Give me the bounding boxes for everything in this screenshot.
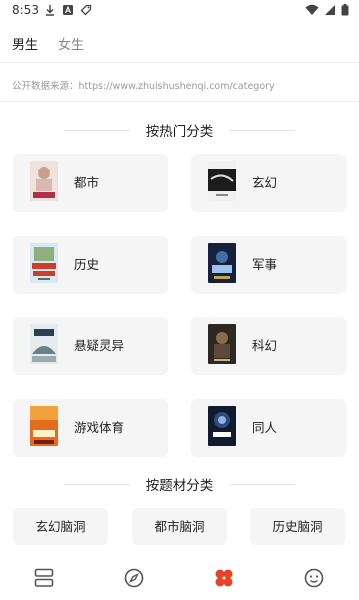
hot-section-title: 按热门分类 xyxy=(0,120,359,140)
download-icon xyxy=(46,5,54,16)
category-label: 悬疑灵异 xyxy=(74,338,125,353)
title-line-left xyxy=(64,484,130,485)
tag-icon xyxy=(80,4,92,16)
status-time: 8:53 xyxy=(12,3,39,17)
title-line-left xyxy=(64,130,130,131)
book-cover xyxy=(30,243,58,283)
bottom-nav xyxy=(0,558,359,600)
status-bar: 8:53 xyxy=(0,0,359,24)
tab-male[interactable]: 男生 xyxy=(12,34,38,53)
book-cover xyxy=(30,406,58,446)
book-cover xyxy=(208,324,236,364)
category-icon[interactable] xyxy=(212,566,236,590)
a-box-icon xyxy=(63,5,73,15)
title-line-right xyxy=(229,484,295,485)
book-cover xyxy=(30,324,58,364)
category-card-kehuan[interactable]: 科幻 xyxy=(191,317,346,375)
theme-chip-xuanhuan[interactable]: 玄幻脑洞 xyxy=(13,508,108,545)
category-label: 军事 xyxy=(252,257,278,272)
tab-female[interactable]: 女生 xyxy=(58,34,84,53)
category-card-tongren[interactable]: 同人 xyxy=(191,399,346,457)
theme-chip-lishi[interactable]: 历史脑洞 xyxy=(250,508,345,545)
tabs-divider xyxy=(0,62,359,63)
category-label: 科幻 xyxy=(252,338,278,353)
data-source-text: 公开数据来源：https://www.zhuishushenqi.com/cat… xyxy=(12,81,275,92)
category-card-youxi[interactable]: 游戏体育 xyxy=(13,399,168,457)
theme-section-title-text: 按题材分类 xyxy=(145,478,214,494)
battery-icon xyxy=(341,4,349,16)
category-card-xuanhuan[interactable]: 玄幻 xyxy=(191,154,346,212)
bookshelf-icon[interactable] xyxy=(32,566,56,590)
hot-section-title-text: 按热门分类 xyxy=(145,124,214,140)
signal-icon xyxy=(325,5,335,15)
theme-section-title: 按题材分类 xyxy=(0,474,359,494)
book-cover xyxy=(208,161,236,201)
compass-icon[interactable] xyxy=(122,566,146,590)
category-card-lishi[interactable]: 历史 xyxy=(13,236,168,294)
source-divider xyxy=(0,101,359,102)
category-label: 游戏体育 xyxy=(74,420,125,435)
category-label: 历史 xyxy=(74,257,100,272)
category-label: 都市 xyxy=(74,175,100,190)
category-screen: 8:53 男生 女生 公开数据来源：https://www.zhuishushe… xyxy=(0,0,359,600)
title-line-right xyxy=(229,130,295,131)
category-label: 玄幻 xyxy=(252,175,278,190)
category-card-dushi[interactable]: 都市 xyxy=(13,154,168,212)
category-card-junshi[interactable]: 军事 xyxy=(191,236,346,294)
book-cover xyxy=(208,406,236,446)
category-card-xuanyi[interactable]: 悬疑灵异 xyxy=(13,317,168,375)
gender-tabs: 男生 女生 xyxy=(12,34,84,53)
category-label: 同人 xyxy=(252,420,278,435)
wifi-icon xyxy=(305,4,319,15)
theme-chip-dushi[interactable]: 都市脑洞 xyxy=(132,508,227,545)
smiley-icon[interactable] xyxy=(302,566,326,590)
book-cover xyxy=(208,243,236,283)
book-cover xyxy=(30,161,58,201)
